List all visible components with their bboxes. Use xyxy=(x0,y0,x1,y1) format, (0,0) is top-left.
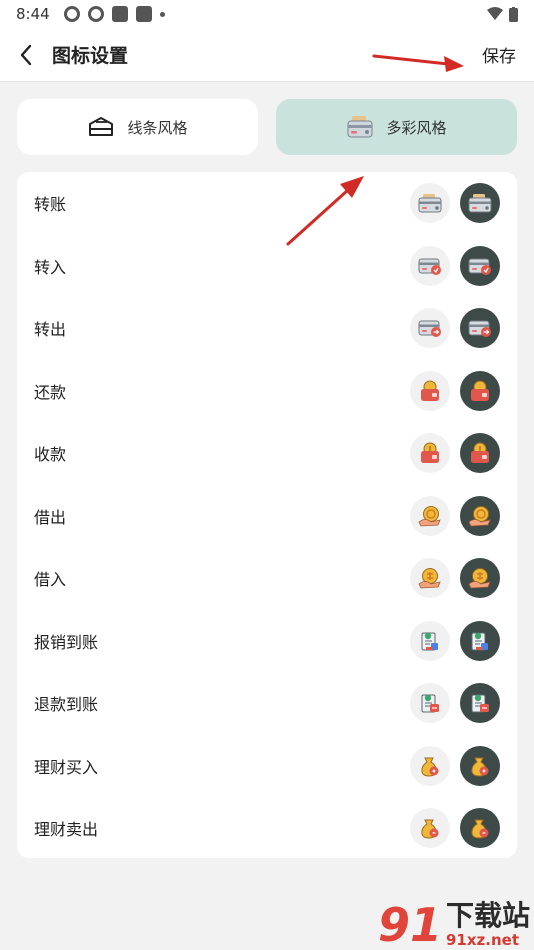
watermark: 91 下载站 91xz.net xyxy=(377,898,530,950)
icon-list: 转账 转入 转出 还款 收款 借出 借入 报销到账 退款到账 理财买入 理财卖出 xyxy=(17,172,517,858)
receive-bag-icon[interactable] xyxy=(460,433,500,474)
app-notification-icon xyxy=(111,6,128,22)
lend-coin-icon[interactable] xyxy=(460,495,500,536)
row-label: 借出 xyxy=(34,507,67,527)
page-title: 图标设置 xyxy=(52,45,129,67)
save-button[interactable]: 保存 xyxy=(482,42,516,67)
line-style-label: 线条风格 xyxy=(127,118,188,137)
app-notification-icon xyxy=(63,6,80,22)
receive-bag-icon[interactable] xyxy=(410,433,450,474)
list-item-reimburse[interactable]: 报销到账 xyxy=(17,610,517,673)
list-item-transfer-in[interactable]: 转入 xyxy=(17,235,517,298)
line-style-icon xyxy=(89,117,114,136)
watermark-title: 下载站 xyxy=(445,898,530,932)
refund-icon[interactable] xyxy=(410,683,450,724)
row-label: 转入 xyxy=(34,257,67,277)
more-notifications-icon xyxy=(159,11,165,17)
colorful-style-label: 多彩风格 xyxy=(386,118,447,137)
list-item-transfer[interactable]: 转账 xyxy=(17,172,517,235)
card-in-icon[interactable] xyxy=(460,245,500,286)
list-item-invest-sell[interactable]: 理财卖出 xyxy=(17,797,517,860)
watermark-url: 91xz.net xyxy=(445,930,519,949)
refund-icon[interactable] xyxy=(460,683,500,724)
battery-icon xyxy=(509,6,518,22)
card-out-icon[interactable] xyxy=(410,308,450,349)
wifi-icon xyxy=(487,7,503,20)
reimburse-icon[interactable] xyxy=(410,620,450,661)
back-button[interactable] xyxy=(0,28,52,82)
transfer-card-icon[interactable] xyxy=(410,183,450,224)
list-item-receive[interactable]: 收款 xyxy=(17,422,517,485)
list-item-transfer-out[interactable]: 转出 xyxy=(17,297,517,360)
repay-bag-icon[interactable] xyxy=(410,370,450,411)
status-time: 8:44 xyxy=(16,5,50,23)
invest-buy-icon[interactable] xyxy=(460,745,500,786)
colorful-style-icon xyxy=(347,116,373,138)
row-label: 还款 xyxy=(34,382,67,402)
lend-coin-icon[interactable] xyxy=(410,495,450,536)
card-in-icon[interactable] xyxy=(410,245,450,286)
app-bar: 图标设置 保存 xyxy=(0,28,534,82)
list-item-lend[interactable]: 借出 xyxy=(17,485,517,548)
line-style-button[interactable]: 线条风格 xyxy=(17,99,258,155)
row-label: 退款到账 xyxy=(34,695,99,715)
row-label: 转账 xyxy=(34,195,67,215)
watermark-logo: 91 xyxy=(377,898,442,950)
transfer-card-icon[interactable] xyxy=(460,183,500,224)
list-item-repay[interactable]: 还款 xyxy=(17,360,517,423)
row-label: 理财买入 xyxy=(34,757,99,777)
status-bar: 8:44 xyxy=(0,0,534,28)
reimburse-icon[interactable] xyxy=(460,620,500,661)
row-label: 收款 xyxy=(34,445,67,465)
repay-bag-icon[interactable] xyxy=(460,370,500,411)
list-item-refund[interactable]: 退款到账 xyxy=(17,672,517,735)
back-arrow-icon xyxy=(20,44,32,65)
colorful-style-button[interactable]: 多彩风格 xyxy=(276,99,517,155)
row-label: 报销到账 xyxy=(34,632,99,652)
row-label: 理财卖出 xyxy=(34,820,99,840)
list-item-invest-buy[interactable]: 理财买入 xyxy=(17,735,517,798)
row-label: 借入 xyxy=(34,570,67,590)
invest-buy-icon[interactable] xyxy=(410,745,450,786)
icon-style-toggle: 线条风格 多彩风格 xyxy=(17,99,517,155)
invest-sell-icon[interactable] xyxy=(410,808,450,849)
card-out-icon[interactable] xyxy=(460,308,500,349)
notification-icons xyxy=(63,6,165,22)
borrow-coin-icon[interactable] xyxy=(460,558,500,599)
borrow-coin-icon[interactable] xyxy=(410,558,450,599)
app-notification-icon xyxy=(135,6,152,22)
list-item-borrow[interactable]: 借入 xyxy=(17,547,517,610)
app-notification-icon xyxy=(87,6,104,22)
invest-sell-icon[interactable] xyxy=(460,808,500,849)
row-label: 转出 xyxy=(34,320,67,340)
